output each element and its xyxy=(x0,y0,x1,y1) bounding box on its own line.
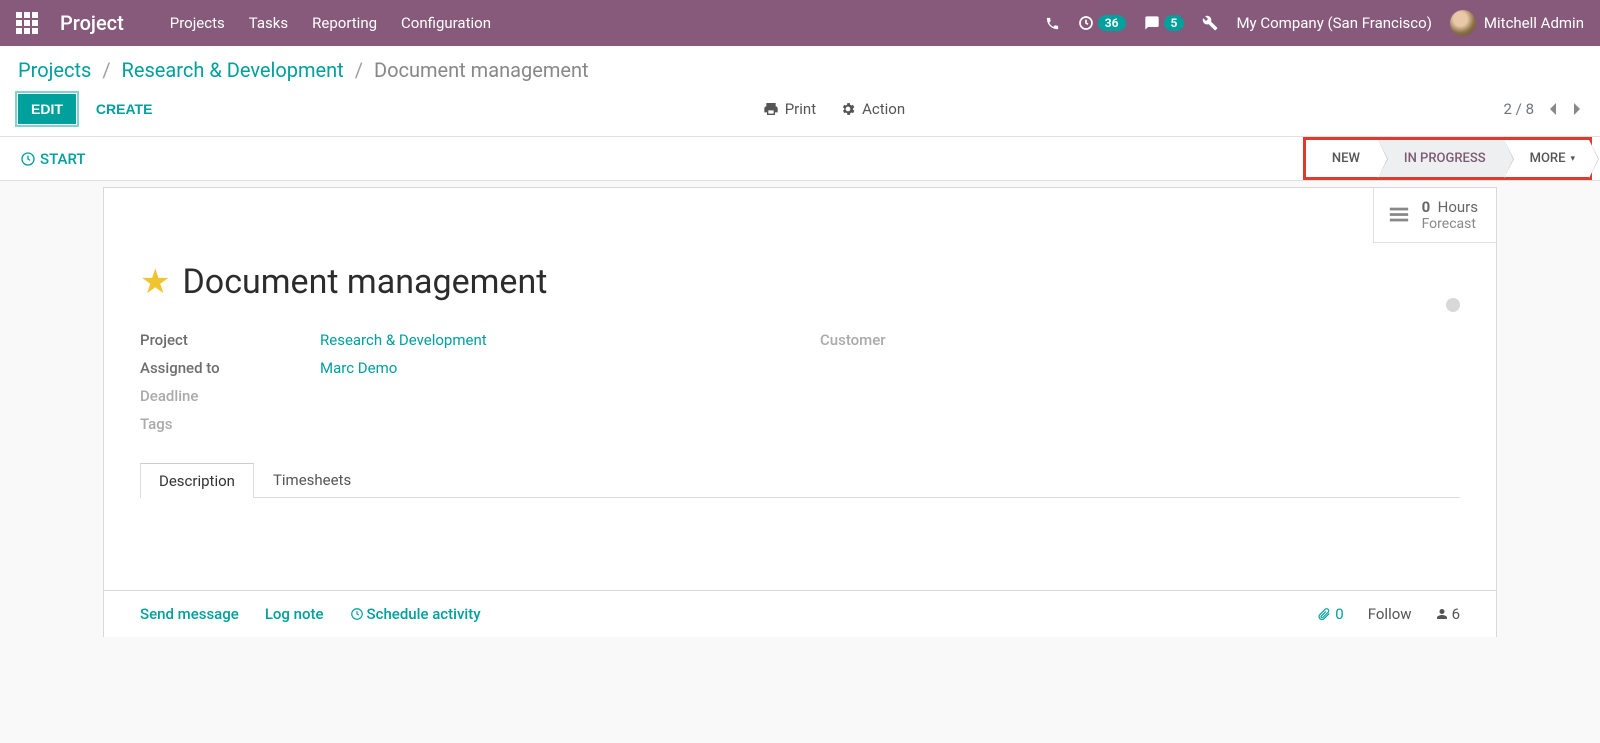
value-project[interactable]: Research & Development xyxy=(320,331,487,349)
breadcrumb-current: Document management xyxy=(374,58,589,82)
pager-prev[interactable] xyxy=(1548,101,1558,117)
company-selector[interactable]: My Company (San Francisco) xyxy=(1236,14,1431,32)
schedule-activity-button[interactable]: Schedule activity xyxy=(350,605,481,623)
tab-description[interactable]: Description xyxy=(140,463,254,498)
tabs: Description Timesheets xyxy=(140,462,1460,498)
status-bar-highlighted: NEW IN PROGRESS MORE▾ xyxy=(1303,137,1592,180)
apps-icon[interactable] xyxy=(16,12,38,34)
caret-down-icon: ▾ xyxy=(1570,154,1575,164)
clock-icon xyxy=(350,607,364,621)
tasks-icon xyxy=(1388,204,1410,226)
edit-button[interactable]: EDIT xyxy=(18,94,76,124)
pager-next[interactable] xyxy=(1572,101,1582,117)
status-in-progress[interactable]: IN PROGRESS xyxy=(1378,140,1504,177)
app-title: Project xyxy=(60,11,124,35)
pager-position: 2 / 8 xyxy=(1503,100,1534,118)
nav-menu: Projects Tasks Reporting Configuration xyxy=(170,14,491,32)
pager: 2 / 8 xyxy=(1503,100,1582,118)
activity-badge: 36 xyxy=(1098,15,1126,31)
tab-timesheets[interactable]: Timesheets xyxy=(254,462,370,497)
status-new[interactable]: NEW xyxy=(1306,140,1378,177)
forecast-stat-button[interactable]: 0 Hours Forecast xyxy=(1373,188,1496,243)
user-name: Mitchell Admin xyxy=(1484,14,1584,32)
label-deadline: Deadline xyxy=(140,387,320,405)
activity-icon[interactable]: 36 xyxy=(1078,15,1126,31)
gear-icon xyxy=(840,101,856,117)
control-panel: Projects / Research & Development / Docu… xyxy=(0,46,1600,137)
task-title: Document management xyxy=(182,262,547,302)
value-assigned[interactable]: Marc Demo xyxy=(320,359,397,377)
label-customer: Customer xyxy=(820,331,1000,349)
status-more[interactable]: MORE▾ xyxy=(1504,140,1589,177)
clock-icon xyxy=(20,151,36,167)
attachments-button[interactable]: 0 xyxy=(1317,605,1343,623)
breadcrumb: Projects / Research & Development / Docu… xyxy=(18,58,1582,82)
start-button[interactable]: START xyxy=(20,137,86,180)
nav-projects[interactable]: Projects xyxy=(170,14,225,32)
action-button[interactable]: Action xyxy=(840,100,905,118)
send-message-button[interactable]: Send message xyxy=(140,605,239,623)
main-navbar: Project Projects Tasks Reporting Configu… xyxy=(0,0,1600,46)
avatar xyxy=(1450,10,1476,36)
follow-button[interactable]: Follow xyxy=(1368,605,1412,623)
label-project: Project xyxy=(140,331,320,349)
messages-badge: 5 xyxy=(1164,15,1185,31)
nav-configuration[interactable]: Configuration xyxy=(401,14,491,32)
phone-icon[interactable] xyxy=(1045,16,1060,31)
label-assigned: Assigned to xyxy=(140,359,320,377)
paperclip-icon xyxy=(1317,607,1331,621)
print-icon xyxy=(763,101,779,117)
form-sheet: 0 Hours Forecast ★ Document management P… xyxy=(103,187,1497,591)
statusbar-row: START NEW IN PROGRESS MORE▾ xyxy=(0,137,1600,181)
print-button[interactable]: Print xyxy=(763,100,816,118)
breadcrumb-project[interactable]: Research & Development xyxy=(122,58,344,82)
messages-icon[interactable]: 5 xyxy=(1144,15,1185,31)
create-button[interactable]: CREATE xyxy=(84,95,165,123)
chatter-bar: Send message Log note Schedule activity … xyxy=(103,591,1497,637)
tab-content xyxy=(140,498,1460,570)
kanban-state-dot[interactable] xyxy=(1446,298,1460,312)
user-menu[interactable]: Mitchell Admin xyxy=(1450,10,1584,36)
followers-button[interactable]: 6 xyxy=(1436,605,1460,623)
tools-icon[interactable] xyxy=(1202,15,1218,31)
nav-reporting[interactable]: Reporting xyxy=(312,14,377,32)
log-note-button[interactable]: Log note xyxy=(265,605,324,623)
star-icon[interactable]: ★ xyxy=(140,262,170,302)
nav-tasks[interactable]: Tasks xyxy=(249,14,288,32)
user-icon xyxy=(1436,607,1448,621)
label-tags: Tags xyxy=(140,415,320,433)
breadcrumb-projects[interactable]: Projects xyxy=(18,58,91,82)
